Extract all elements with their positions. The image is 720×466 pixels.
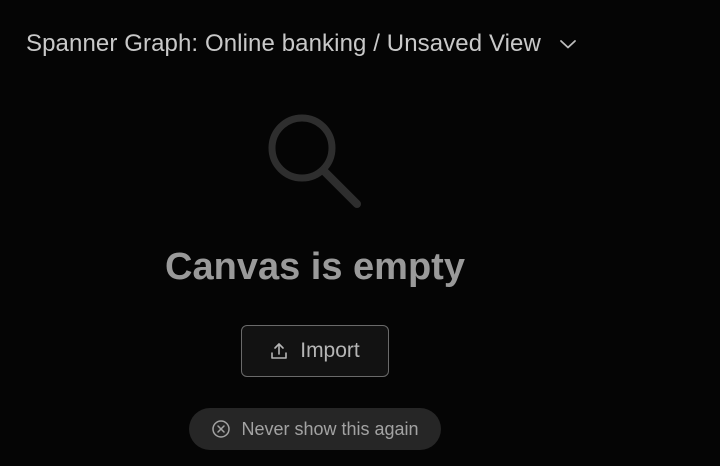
- close-circle-icon: [211, 419, 231, 439]
- upload-icon: [270, 342, 288, 360]
- import-button-label: Import: [300, 339, 360, 362]
- import-button[interactable]: Import: [241, 325, 389, 377]
- never-show-again-button[interactable]: Never show this again: [189, 408, 441, 450]
- chevron-down-icon[interactable]: [557, 33, 579, 55]
- search-icon: [264, 110, 368, 214]
- view-title: Spanner Graph: Online banking / Unsaved …: [26, 30, 541, 57]
- empty-state-title: Canvas is empty: [165, 246, 465, 288]
- never-show-again-label: Never show this again: [241, 418, 419, 439]
- view-header: Spanner Graph: Online banking / Unsaved …: [26, 27, 579, 61]
